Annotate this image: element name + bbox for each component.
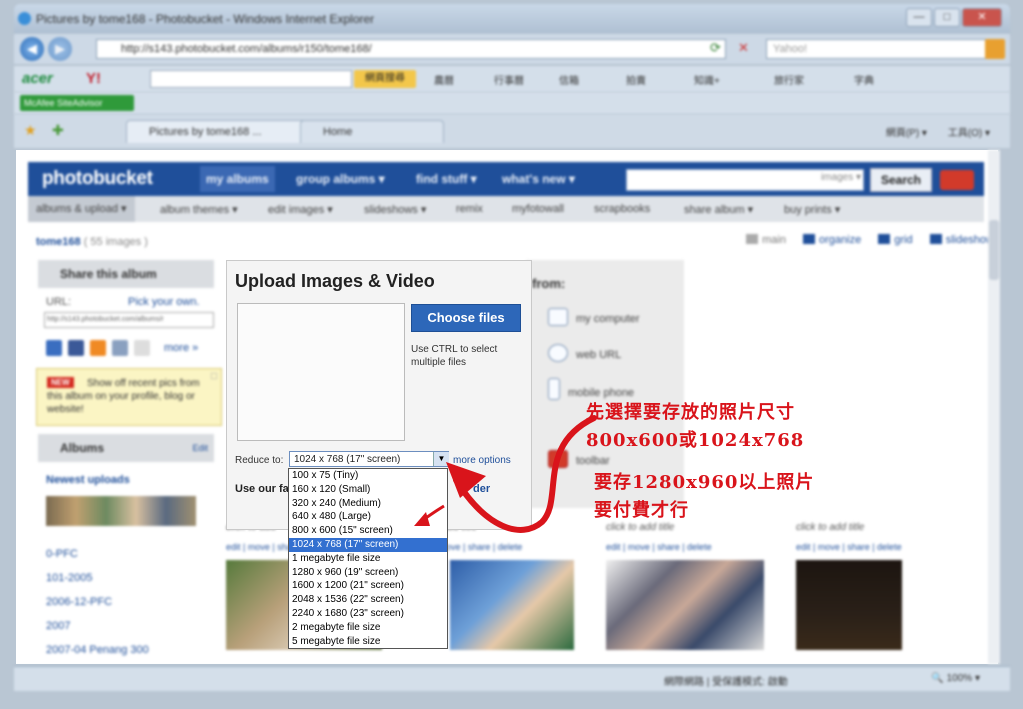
- scrollbar-thumb[interactable]: [989, 220, 999, 280]
- toolbar-item[interactable]: 農曆: [434, 72, 454, 87]
- tab-active[interactable]: Pictures by tome168 ...: [126, 120, 314, 143]
- maximize-button[interactable]: □: [934, 8, 960, 27]
- mcafee-button[interactable]: McAfee SiteAdvisor: [20, 95, 134, 111]
- close-button[interactable]: ✕: [962, 8, 1002, 27]
- tabs-row: ★ ✚ Pictures by tome168 ... Home 網頁(P) ▾…: [14, 114, 1010, 148]
- window-title: Pictures by tome168 - Photobucket - Wind…: [36, 12, 375, 26]
- window-titlebar: Pictures by tome168 - Photobucket - Wind…: [14, 4, 1010, 34]
- address-row: ◀ ▶ http://s143.photobucket.com/albums/r…: [14, 34, 1010, 64]
- annotation-line: 要存1280x960以上照片: [594, 472, 815, 493]
- refresh-stop-icons[interactable]: ⟳ ✕: [710, 40, 762, 58]
- search-icon[interactable]: [985, 39, 1005, 59]
- ie-icon: [18, 12, 31, 25]
- mcafee-toolbar: McAfee SiteAdvisor: [14, 92, 1010, 114]
- page-menu[interactable]: 網頁(P) ▾: [886, 128, 927, 139]
- favorites-star-icon[interactable]: ★: [24, 122, 37, 139]
- refresh-icon[interactable]: ⟳: [710, 40, 721, 55]
- web-page: photobucket my albums group albums ▾ fin…: [16, 150, 998, 664]
- yahoo-toolbar: acer Y! 網頁搜尋 農曆 行事曆 信箱 拍賣 知識+ 旅行家 字典: [14, 66, 1010, 92]
- toolbar-item[interactable]: 字典: [854, 72, 874, 87]
- vertical-scrollbar[interactable]: [988, 150, 1000, 664]
- add-favorite-icon[interactable]: ✚: [52, 122, 64, 139]
- yahoo-logo[interactable]: Y!: [86, 70, 101, 87]
- annotation-line: 先選擇要存放的照片尺寸: [586, 402, 795, 423]
- annotation-line: 要付費才行: [594, 500, 689, 521]
- small-red-arrow-head: [414, 512, 430, 526]
- tools-menu[interactable]: 工具(O) ▾: [948, 128, 990, 139]
- toolbar-item[interactable]: 旅行家: [774, 72, 804, 87]
- forward-arrow-icon[interactable]: ▶: [48, 37, 72, 61]
- toolbar-item[interactable]: 知識+: [694, 72, 720, 87]
- toolbar-item[interactable]: 拍賣: [626, 72, 646, 87]
- status-bar: 網際網路 | 受保護模式: 啟動 🔍 100% ▾: [14, 666, 1010, 691]
- security-zone[interactable]: 網際網路 | 受保護模式: 啟動: [664, 673, 788, 688]
- minimize-button[interactable]: —: [906, 8, 932, 27]
- acer-logo: acer: [22, 70, 53, 87]
- address-bar[interactable]: http://s143.photobucket.com/albums/r150/…: [96, 39, 726, 59]
- window-controls: — □ ✕: [904, 8, 1002, 27]
- annotation-line: 800x600或1024x768: [586, 430, 805, 451]
- toolbar-item[interactable]: 信箱: [559, 72, 579, 87]
- zoom-level[interactable]: 🔍 100% ▾: [931, 673, 980, 684]
- back-arrow-icon[interactable]: ◀: [20, 37, 44, 61]
- toolbar-search-input[interactable]: [150, 70, 352, 88]
- red-arrow-head: [446, 462, 486, 498]
- stop-icon[interactable]: ✕: [738, 40, 749, 55]
- command-bar: 網頁(P) ▾ 工具(O) ▾: [886, 124, 990, 139]
- toolbar-item[interactable]: 行事曆: [494, 72, 524, 87]
- search-input[interactable]: Yahoo!: [766, 39, 986, 59]
- tab-home[interactable]: Home: [300, 120, 444, 143]
- annotation-arrow: [414, 415, 597, 533]
- toolbar-search-button[interactable]: 網頁搜尋: [354, 70, 416, 88]
